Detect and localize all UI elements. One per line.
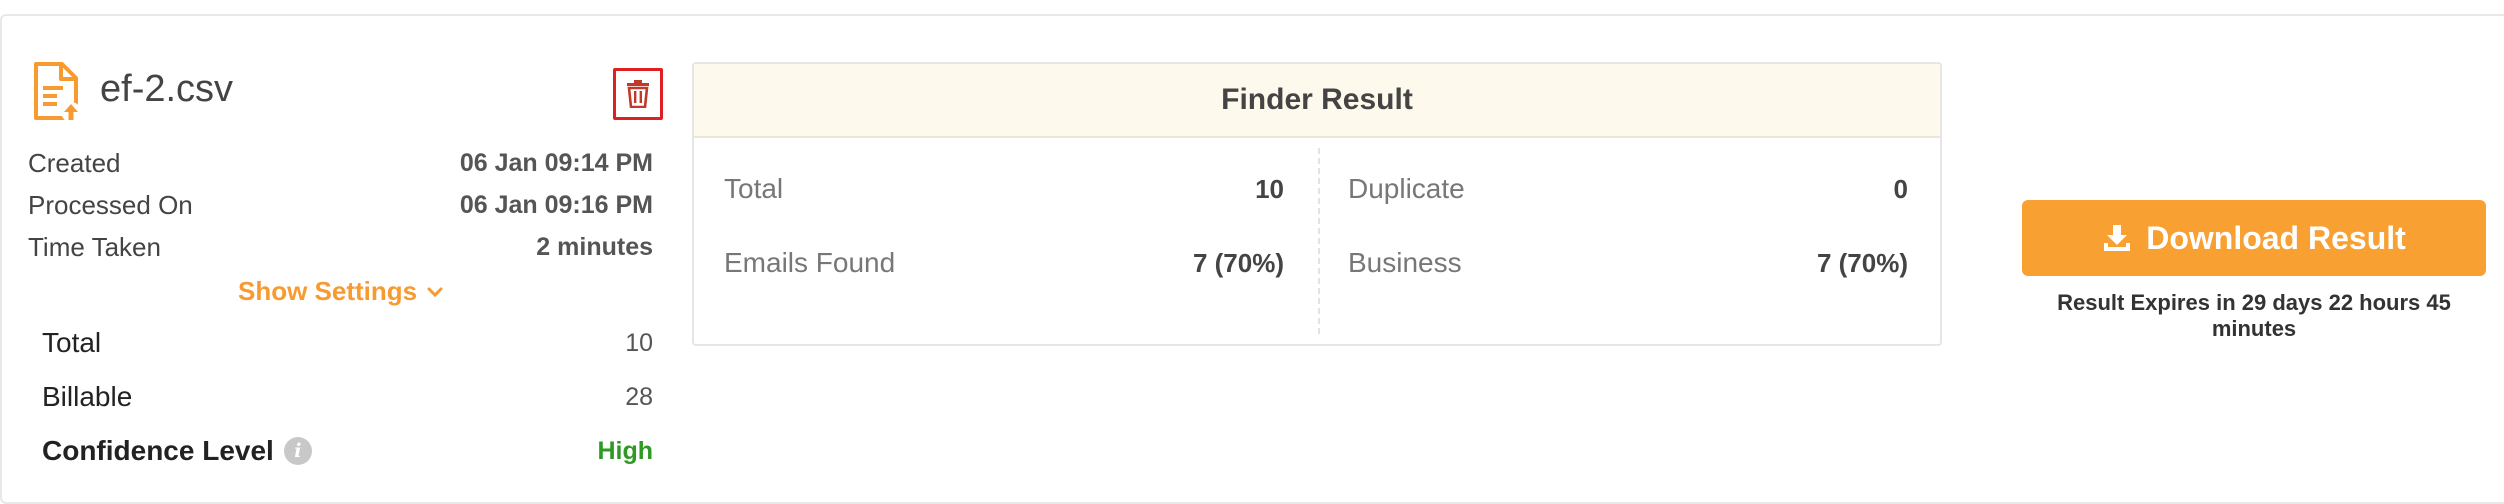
finder-result-title: Finder Result xyxy=(694,64,1940,138)
column-divider xyxy=(1318,148,1320,334)
finder-value: 7 (70%) xyxy=(1192,247,1284,278)
finder-row-emails-found: Emails Found 7 (70%) xyxy=(724,226,1284,300)
finder-value: 0 xyxy=(1893,173,1908,204)
show-settings-toggle[interactable]: Show Settings xyxy=(238,276,443,307)
finder-column-right: Duplicate 0 Business 7 (70%) xyxy=(1348,152,1908,300)
meta-processed-on: Processed On 06 Jan 09:16 PM xyxy=(28,184,653,226)
meta-value: 06 Jan 09:14 PM xyxy=(459,148,653,177)
chevron-down-icon xyxy=(427,287,443,297)
stat-confidence-level: Confidence Level i High xyxy=(42,424,653,478)
file-info-panel: ef-2.csv Created 06 Jan 09:14 PM Process… xyxy=(28,50,663,466)
stat-label: Confidence Level i xyxy=(42,435,312,467)
file-upload-icon xyxy=(34,62,80,122)
stat-value: 28 xyxy=(625,382,653,411)
meta-label: Created xyxy=(28,147,121,178)
finder-column-left: Total 10 Emails Found 7 (70%) xyxy=(724,152,1284,300)
meta-time-taken: Time Taken 2 minutes xyxy=(28,226,653,268)
finder-label: Emails Found xyxy=(724,247,896,278)
download-result-button[interactable]: Download Result xyxy=(2022,200,2486,276)
download-result-label: Download Result xyxy=(2146,219,2406,256)
stat-billable: Billable 28 xyxy=(42,370,653,424)
finder-row-business: Business 7 (70%) xyxy=(1348,226,1908,300)
delete-file-button[interactable] xyxy=(613,68,663,120)
meta-label: Time Taken xyxy=(28,231,161,262)
confidence-label: Confidence Level xyxy=(42,435,274,466)
stat-total: Total 10 xyxy=(42,316,653,370)
finder-value: 7 (70%) xyxy=(1816,247,1908,278)
file-header: ef-2.csv xyxy=(28,50,663,122)
finder-result-body: Total 10 Emails Found 7 (70%) Duplicate … xyxy=(694,138,1940,344)
finder-label: Total xyxy=(724,173,784,204)
finder-row-total: Total 10 xyxy=(724,152,1284,226)
confidence-value: High xyxy=(597,436,653,465)
file-stats: Total 10 Billable 28 Confidence Level i … xyxy=(42,316,653,478)
info-icon[interactable]: i xyxy=(283,437,312,465)
trash-icon xyxy=(627,80,649,108)
download-icon xyxy=(2104,225,2131,251)
result-expiry-text: Result Expires in 29 days 22 hours 45 mi… xyxy=(2057,290,2451,341)
meta-value: 06 Jan 09:16 PM xyxy=(459,190,653,219)
stat-value: 10 xyxy=(625,328,653,357)
finder-label: Duplicate xyxy=(1348,173,1465,204)
meta-label: Processed On xyxy=(28,189,193,220)
meta-created: Created 06 Jan 09:14 PM xyxy=(28,142,653,184)
meta-value: 2 minutes xyxy=(536,232,653,261)
finder-row-duplicate: Duplicate 0 xyxy=(1348,152,1908,226)
finder-result-panel: Finder Result Total 10 Emails Found 7 (7… xyxy=(692,62,1942,346)
finder-label: Business xyxy=(1348,247,1462,278)
file-name: ef-2.csv xyxy=(100,68,234,110)
stat-label: Billable xyxy=(42,381,133,412)
file-meta-list: Created 06 Jan 09:14 PM Processed On 06 … xyxy=(28,142,653,268)
show-settings-label: Show Settings xyxy=(238,276,418,306)
file-result-card: ef-2.csv Created 06 Jan 09:14 PM Process… xyxy=(0,14,2504,504)
stat-label: Total xyxy=(42,327,102,358)
finder-value: 10 xyxy=(1255,173,1284,204)
